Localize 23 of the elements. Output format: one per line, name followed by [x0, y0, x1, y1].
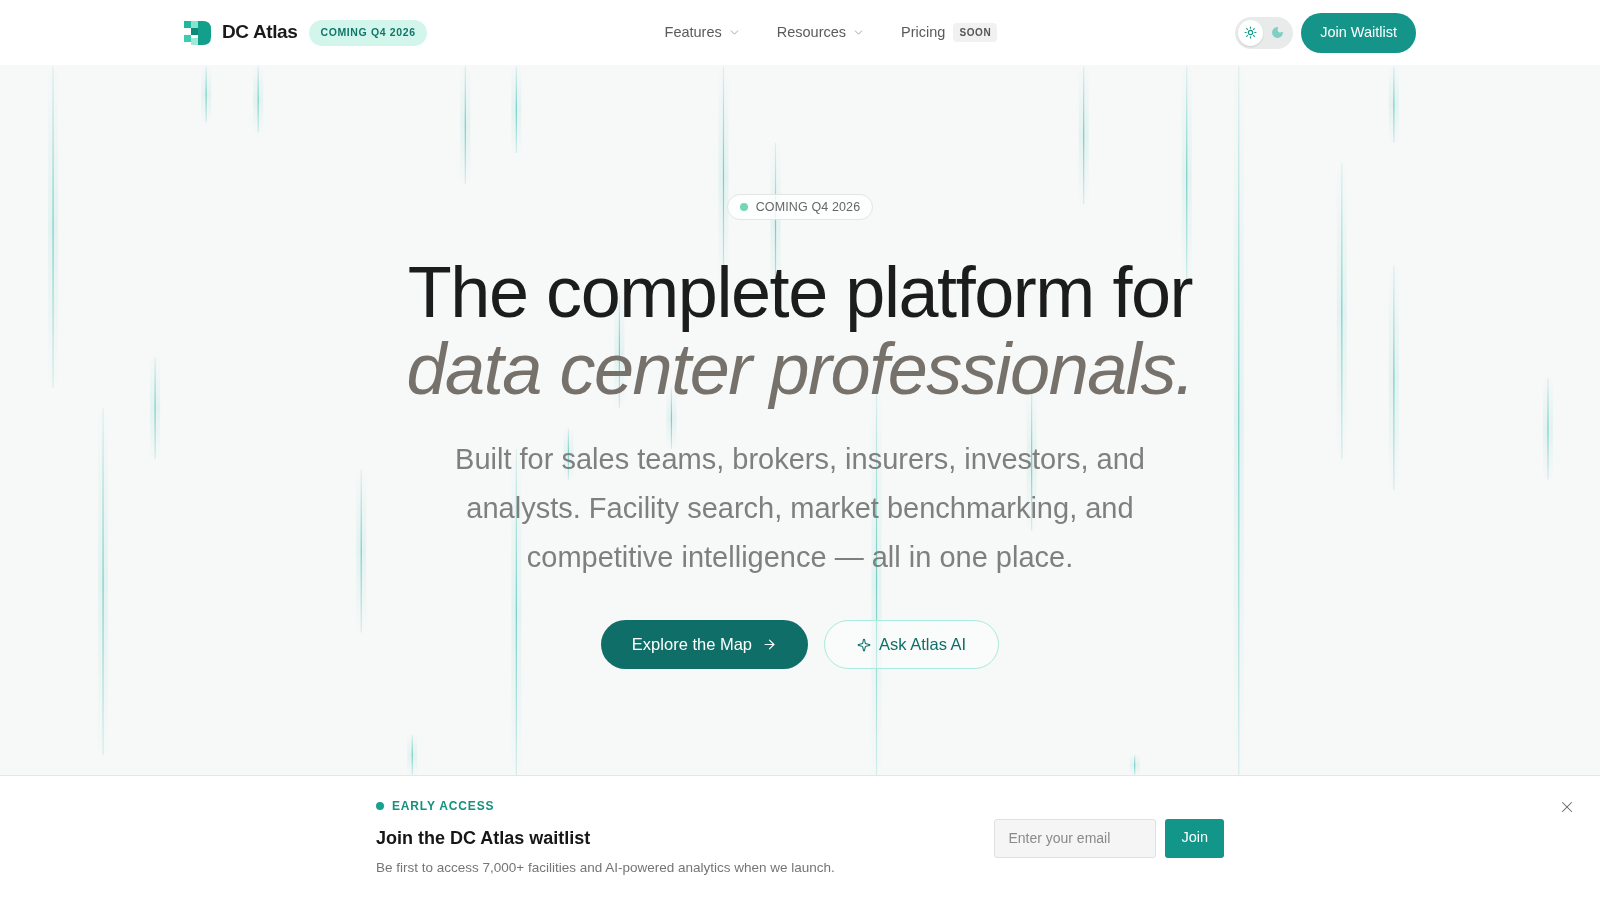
- logo-icon: [184, 18, 212, 47]
- eyebrow-label: EARLY ACCESS: [392, 798, 495, 816]
- banner-description: Be first to access 7,000+ facilities and AI-powered analytics when we launch.: [376, 859, 835, 878]
- brand-name[interactable]: DC Atlas: [222, 18, 298, 47]
- hero-headline-emphasis: data center professionals.: [406, 331, 1194, 408]
- ask-ai-button[interactable]: Ask Atlas AI: [824, 620, 1000, 669]
- nav-link[interactable]: Pricing: [901, 21, 946, 44]
- hero-headline: The complete platform for: [407, 254, 1193, 331]
- banner-title: Join the DC Atlas waitlist: [376, 827, 592, 851]
- email-input[interactable]: Enter your email: [994, 818, 1157, 858]
- sparkle-icon: [857, 637, 871, 652]
- nav-link[interactable]: Resources: [776, 21, 866, 44]
- moon-icon: [1271, 26, 1285, 39]
- join-button[interactable]: Join: [1165, 818, 1224, 858]
- coming-soon-badge: COMING Q4 2026: [726, 194, 874, 220]
- sun-icon: [1244, 26, 1258, 39]
- join-waitlist-button[interactable]: Join Waitlist: [1301, 12, 1416, 53]
- arrow-right-icon: [762, 637, 777, 652]
- launch-badge: COMING Q4 2026: [309, 19, 427, 46]
- soon-badge: SOON: [953, 23, 998, 42]
- explore-map-button[interactable]: Explore the Map: [600, 620, 808, 669]
- light-mode-button[interactable]: [1238, 19, 1264, 46]
- nav-link[interactable]: Features: [664, 21, 741, 44]
